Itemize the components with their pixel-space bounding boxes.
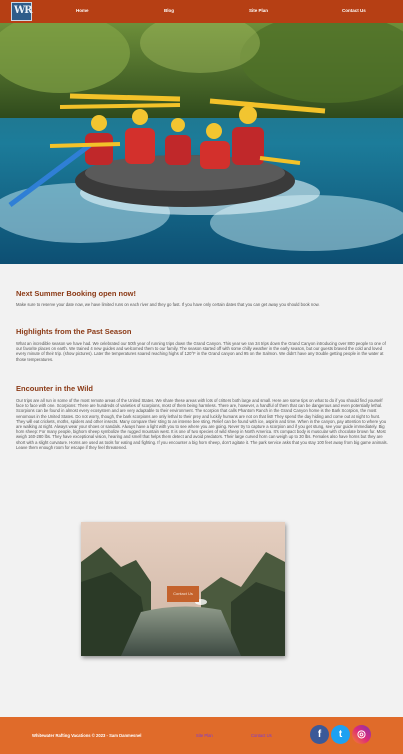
site-logo[interactable]: WR — [11, 2, 33, 21]
nav-link-blog[interactable]: Blog — [164, 8, 174, 13]
twitter-icon[interactable]: t — [331, 725, 350, 744]
nav-link-contact-us[interactable]: Contact Us — [342, 8, 366, 13]
footer: Whitewater Rafting Vacations © 2023 - Sa… — [0, 717, 403, 754]
section-title-highlights: Highlights from the Past Season — [16, 327, 132, 336]
section-title-booking: Next Summer Booking open now! — [16, 289, 137, 298]
footer-link-site-plan[interactable]: Site Plan — [196, 733, 213, 738]
section-title-encounter: Encounter in the Wild — [16, 384, 94, 393]
contact-us-button[interactable]: Contact Us — [167, 586, 199, 602]
hero-rafting-photo — [0, 23, 403, 264]
nav-link-home[interactable]: Home — [76, 8, 89, 13]
footer-link-contact-us[interactable]: Contact Us — [251, 733, 272, 738]
river-canyon-photo: Contact Us — [81, 522, 285, 656]
footer-copyright: Whitewater Rafting Vacations © 2023 - Sa… — [32, 733, 142, 738]
section-body-highlights: What an incredible season we have had. W… — [16, 341, 386, 362]
instagram-icon[interactable]: ◎ — [352, 725, 371, 744]
logo-text: WR — [14, 5, 33, 16]
nav-link-site-plan[interactable]: Site Plan — [249, 8, 268, 13]
top-nav: WR Home Blog Site Plan Contact Us — [0, 0, 403, 23]
facebook-icon[interactable]: f — [310, 725, 329, 744]
section-body-booking: Make sure to reserve your date now, we h… — [16, 302, 320, 307]
section-body-encounter: Our trips are all run in some of the mos… — [16, 398, 388, 450]
